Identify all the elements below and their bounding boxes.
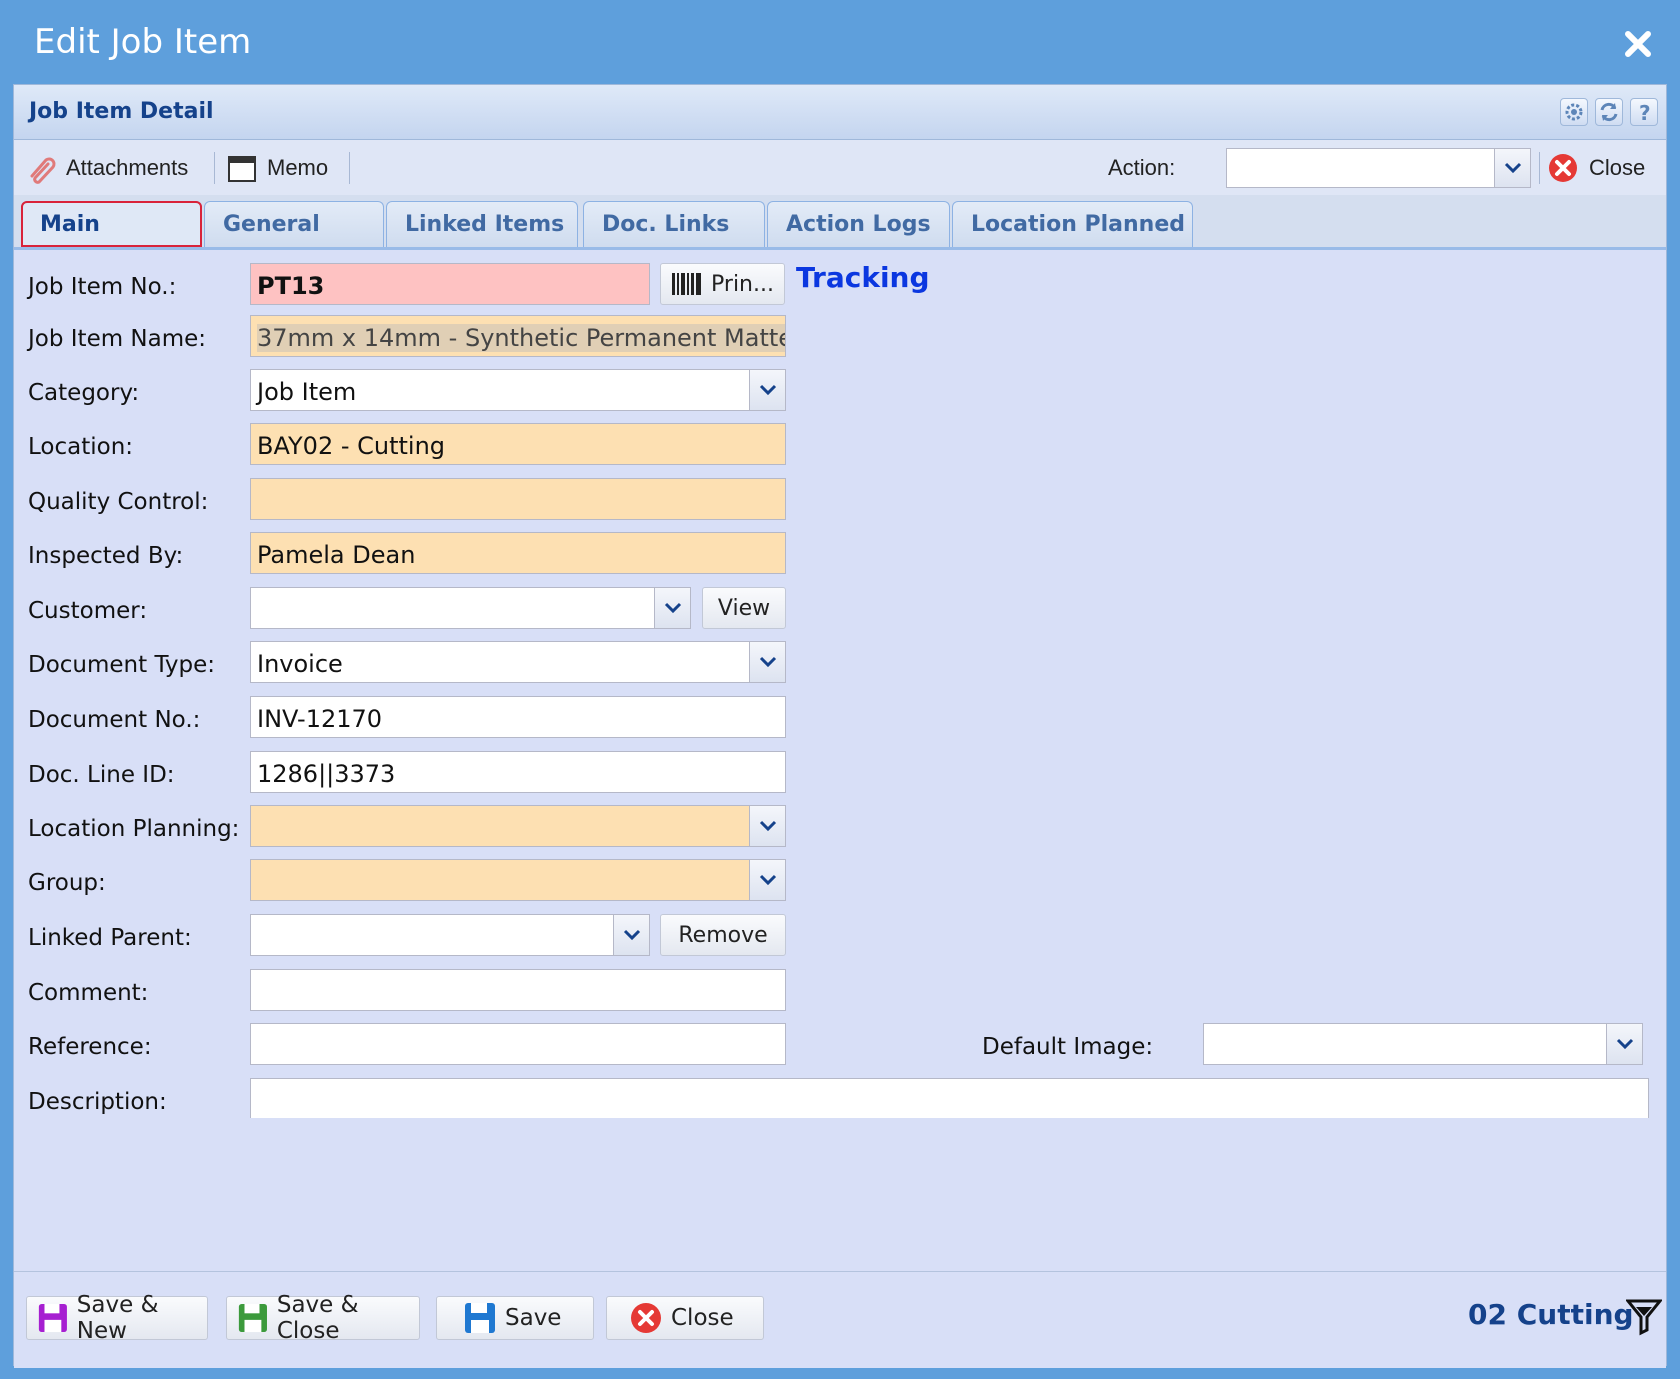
document-type-select[interactable]: Invoice — [250, 641, 786, 683]
toolbar-separator — [349, 152, 350, 184]
chevron-down-icon[interactable] — [749, 370, 785, 410]
reference-label: Reference: — [28, 1034, 152, 1060]
document-no-field[interactable]: INV-12170 — [250, 696, 786, 738]
document-no-label: Document No.: — [28, 707, 201, 733]
chevron-down-icon[interactable] — [749, 860, 785, 900]
action-select[interactable] — [1226, 148, 1531, 188]
status-location-text: 02 Cutting — [1468, 1298, 1634, 1331]
group-select[interactable] — [250, 859, 786, 901]
tracking-link[interactable]: Tracking — [796, 261, 930, 294]
floppy-disk-icon — [38, 1303, 67, 1333]
linked-parent-select[interactable] — [250, 914, 650, 956]
comment-label: Comment: — [28, 980, 149, 1006]
job-item-no-label: Job Item No.: — [28, 274, 177, 300]
tab-doc-links[interactable]: Doc. Links — [583, 201, 765, 247]
chevron-down-icon[interactable] — [613, 915, 649, 955]
default-image-label: Default Image: — [982, 1034, 1154, 1060]
toolbar-close-label: Close — [1589, 155, 1646, 180]
doc-line-id-label: Doc. Line ID: — [28, 762, 175, 788]
toolbar-separator — [214, 152, 215, 184]
description-label: Description: — [28, 1089, 167, 1115]
reference-field[interactable] — [250, 1023, 786, 1065]
chevron-down-icon[interactable] — [749, 642, 785, 682]
quality-control-field[interactable] — [250, 478, 786, 520]
window-title: Edit Job Item — [34, 22, 252, 62]
tab-general[interactable]: General — [204, 201, 384, 247]
memo-label: Memo — [267, 155, 329, 180]
action-label: Action: — [1108, 155, 1176, 180]
location-field[interactable]: BAY02 - Cutting — [250, 423, 786, 465]
toolbar: Attachments Memo Action: Close — [14, 140, 1666, 196]
floppy-disk-icon — [238, 1303, 267, 1333]
floppy-disk-icon — [465, 1303, 495, 1333]
group-label: Group: — [28, 870, 106, 896]
location-planning-label: Location Planning: — [28, 816, 240, 842]
tab-linked-items[interactable]: Linked Items — [386, 201, 578, 247]
chevron-down-icon[interactable] — [654, 588, 690, 628]
doc-line-id-field[interactable]: 1286||3373 — [250, 751, 786, 793]
customer-label: Customer: — [28, 598, 148, 624]
linked-parent-label: Linked Parent: — [28, 925, 192, 951]
default-image-select[interactable] — [1203, 1023, 1643, 1065]
refresh-icon[interactable] — [1595, 98, 1623, 126]
description-field[interactable] — [250, 1078, 1649, 1118]
tab-action-logs[interactable]: Action Logs — [767, 201, 950, 247]
save-new-button[interactable]: Save & New — [26, 1292, 208, 1344]
quality-control-label: Quality Control: — [28, 489, 209, 515]
window-titlebar: Edit Job Item — [0, 0, 1680, 88]
toolbar-separator — [1539, 152, 1540, 184]
chevron-down-icon[interactable] — [749, 806, 785, 846]
edit-job-item-dialog: Job Item Detail ? Attachments Memo Actio… — [13, 84, 1667, 1368]
category-select[interactable]: Job Item — [250, 369, 786, 411]
tab-location-planned[interactable]: Location Planned — [952, 201, 1193, 247]
tab-strip: Main General Linked Items Doc. Links Act… — [14, 195, 1666, 250]
print-button[interactable]: Prin... — [660, 263, 785, 305]
footer-toolbar: Save & New Save & Close Save Close 02 Cu… — [14, 1271, 1666, 1368]
toolbar-close-button[interactable]: Close — [1547, 150, 1645, 186]
chevron-down-icon[interactable] — [1494, 149, 1530, 187]
close-circle-icon — [1549, 154, 1577, 182]
window-close-icon[interactable] — [1618, 24, 1658, 64]
attachments-label: Attachments — [66, 155, 189, 180]
customer-view-button[interactable]: View — [702, 587, 786, 629]
customer-select[interactable] — [250, 587, 691, 629]
paperclip-icon — [30, 157, 56, 184]
help-icon[interactable]: ? — [1630, 98, 1658, 126]
comment-field[interactable] — [250, 969, 786, 1011]
close-circle-icon — [631, 1303, 661, 1333]
location-planning-select[interactable] — [250, 805, 786, 847]
panel-header: Job Item Detail ? — [14, 85, 1666, 140]
calendar-icon — [228, 156, 256, 182]
tab-main[interactable]: Main — [21, 201, 202, 247]
panel-title: Job Item Detail — [29, 99, 214, 124]
category-label: Category: — [28, 380, 140, 406]
funnel-icon[interactable] — [1624, 1298, 1664, 1341]
linked-parent-remove-button[interactable]: Remove — [660, 914, 786, 956]
print-button-label: Prin... — [711, 271, 774, 297]
location-label: Location: — [28, 434, 134, 460]
inspected-by-label: Inspected By: — [28, 543, 184, 569]
chevron-down-icon[interactable] — [1606, 1024, 1642, 1064]
svg-text:?: ? — [1639, 101, 1651, 125]
job-item-no-field[interactable]: PT13 — [250, 263, 650, 305]
save-button[interactable]: Save — [436, 1296, 594, 1340]
attachments-button[interactable]: Attachments — [24, 150, 188, 186]
inspected-by-field[interactable]: Pamela Dean — [250, 532, 786, 574]
gear-icon[interactable] — [1560, 98, 1588, 126]
memo-button[interactable]: Memo — [227, 150, 328, 186]
job-item-name-field: 37mm x 14mm - Synthetic Permanent Matte … — [250, 315, 786, 357]
save-close-button[interactable]: Save & Close — [226, 1292, 420, 1344]
job-item-name-label: Job Item Name: — [28, 326, 207, 352]
barcode-icon — [672, 273, 702, 295]
footer-close-button[interactable]: Close — [606, 1296, 764, 1340]
document-type-label: Document Type: — [28, 652, 216, 678]
